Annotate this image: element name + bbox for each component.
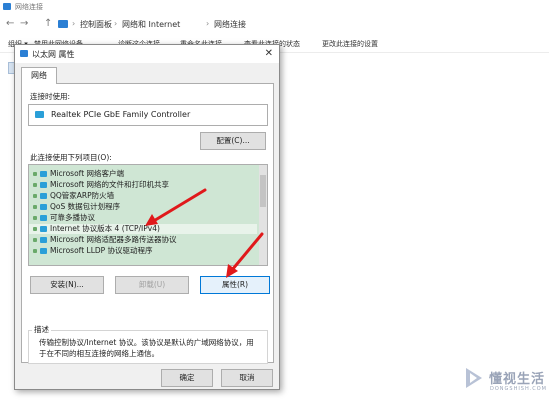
tab-network[interactable]: 网络 [21,67,57,84]
arrow-to-properties [226,232,264,278]
watermark-logo [466,368,482,388]
arrow-to-ipv4 [145,188,207,226]
watermark-text: 懂视生活 [489,372,546,387]
watermark-subtext: DONGSHISH.COM [490,386,547,392]
annotation-arrows [145,188,264,278]
